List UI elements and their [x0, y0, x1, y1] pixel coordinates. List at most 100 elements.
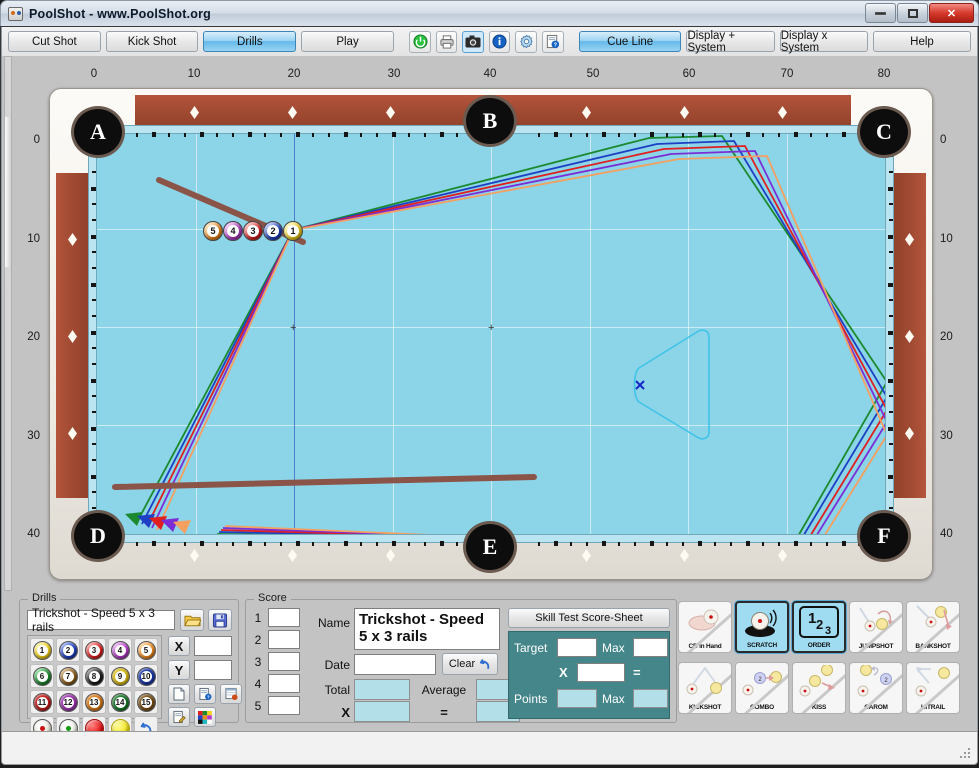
- y-coord-input[interactable]: [194, 660, 232, 680]
- doc-help-icon[interactable]: ?: [542, 30, 564, 53]
- tab-cut-shot[interactable]: Cut Shot: [8, 31, 101, 52]
- tab-kick-shot[interactable]: Kick Shot: [105, 31, 199, 52]
- shot-kiss[interactable]: KISS: [792, 661, 846, 714]
- score-group: Score 1 2 3 4 5 Name Trickshot - Speed 5…: [245, 592, 677, 723]
- skill-multiply-input[interactable]: [577, 663, 625, 682]
- score-row-input-1[interactable]: [268, 608, 300, 627]
- camera-icon[interactable]: [462, 30, 484, 53]
- maximize-button[interactable]: [897, 3, 928, 23]
- table-cloth[interactable]: + + 5 4 3 2 1: [97, 132, 887, 538]
- open-folder-icon[interactable]: [180, 609, 204, 631]
- ball-5[interactable]: 5: [203, 221, 223, 241]
- ball-button-6[interactable]: 6: [30, 664, 54, 688]
- ball-button-7[interactable]: 7: [56, 664, 80, 688]
- ball-number: 4: [114, 644, 126, 656]
- pocket-a[interactable]: A: [71, 106, 125, 158]
- ball-button-12[interactable]: 12: [56, 690, 80, 714]
- drill-name-input[interactable]: Trickshot - Speed 5 x 3 rails: [27, 606, 175, 634]
- skill-test-score-sheet-button[interactable]: Skill Test Score-Sheet: [508, 608, 670, 628]
- ball-number: 12: [62, 696, 74, 708]
- shot-jumpshot[interactable]: JUMPSHOT: [849, 601, 903, 653]
- ruler-left-0: 0: [33, 134, 40, 146]
- total-label: Total: [324, 683, 350, 697]
- shot-hitrail[interactable]: HITRAIL: [906, 661, 960, 714]
- ball-button-13[interactable]: 13: [82, 690, 106, 714]
- ball-4[interactable]: 4: [223, 221, 243, 241]
- shot-scratch[interactable]: SCRATCH: [735, 601, 789, 653]
- x-coord-input[interactable]: [194, 636, 232, 656]
- display-x-system-button[interactable]: Display x System: [779, 30, 868, 54]
- ball-button-10[interactable]: 10: [134, 664, 158, 688]
- close-button[interactable]: ✕: [929, 3, 974, 23]
- score-legend: Score: [254, 592, 291, 604]
- info-icon[interactable]: [488, 30, 511, 53]
- ball-2[interactable]: 2: [263, 221, 283, 241]
- minimize-button[interactable]: [865, 3, 896, 23]
- pocket-c[interactable]: C: [857, 106, 911, 158]
- ball-button-5[interactable]: 5: [134, 638, 158, 662]
- ball-number: 8: [88, 670, 100, 682]
- ball-number: 5: [207, 225, 219, 237]
- ball-palette: 1 2 3 4 5 6 7 8 9 10 11 12 13 14 15: [27, 635, 162, 740]
- average-label: Average: [421, 683, 467, 697]
- score-row-input-2[interactable]: [268, 630, 300, 649]
- tab-drills[interactable]: Drills: [203, 31, 297, 52]
- ball-number: 6: [36, 670, 48, 682]
- print-icon[interactable]: [435, 30, 458, 53]
- save-disk-icon[interactable]: [208, 609, 232, 631]
- cue-line-button[interactable]: Cue Line: [578, 31, 682, 52]
- app-icon: [8, 6, 23, 21]
- ball-3[interactable]: 3: [243, 221, 263, 241]
- ball-button-9[interactable]: 9: [108, 664, 132, 688]
- shot-order[interactable]: 1 2 3 ORDER: [792, 601, 846, 653]
- ball-1[interactable]: 1: [283, 221, 303, 241]
- ruler-right-0: 0: [940, 134, 947, 146]
- settings-icon[interactable]: [515, 30, 538, 53]
- edit-note-icon[interactable]: [168, 707, 190, 727]
- score-row-input-3[interactable]: [268, 652, 300, 671]
- ball-button-14[interactable]: 14: [108, 690, 132, 714]
- clear-label: Clear: [448, 658, 476, 670]
- ball-button-15[interactable]: 15: [134, 690, 158, 714]
- tab-play[interactable]: Play: [301, 31, 394, 52]
- gridline-v: [196, 132, 197, 538]
- head-spot: +: [290, 322, 297, 334]
- target-input[interactable]: [557, 638, 597, 657]
- power-icon[interactable]: [409, 30, 431, 53]
- table-report-icon[interactable]: [220, 684, 242, 704]
- pocket-f[interactable]: F: [857, 510, 911, 562]
- score-row-input-5[interactable]: [268, 696, 300, 715]
- ball-button-2[interactable]: 2: [56, 638, 80, 662]
- ball-button-4[interactable]: 4: [108, 638, 132, 662]
- shot-cb-in-hand[interactable]: CB in Hand: [678, 601, 732, 653]
- ruler-left-30: 30: [27, 430, 40, 442]
- shot-kickshot[interactable]: KICKSHOT: [678, 661, 732, 714]
- pool-table[interactable]: + + 5 4 3 2 1 A B C D E F: [49, 88, 933, 716]
- pocket-e[interactable]: E: [463, 521, 517, 573]
- x-coord-button[interactable]: X: [168, 636, 190, 656]
- score-name-input[interactable]: Trickshot - Speed 5 x 3 rails: [354, 608, 500, 650]
- pocket-label: F: [877, 523, 891, 548]
- pocket-b[interactable]: B: [463, 95, 517, 147]
- shot-combo[interactable]: 2 COMBO: [735, 661, 789, 714]
- help-button[interactable]: Help: [872, 31, 972, 52]
- ball-button-11[interactable]: 11: [30, 690, 54, 714]
- diamond-marker: [190, 549, 199, 562]
- ball-button-3[interactable]: 3: [82, 638, 106, 662]
- y-coord-button[interactable]: Y: [168, 660, 190, 680]
- ruler-top-40: 40: [483, 68, 497, 80]
- shot-bankshot[interactable]: BANKSHOT: [906, 601, 960, 653]
- ball-button-1[interactable]: 1: [30, 638, 54, 662]
- shot-carom[interactable]: 2 CAROM: [849, 661, 903, 714]
- pocket-d[interactable]: D: [71, 510, 125, 562]
- color-palette-icon[interactable]: [194, 707, 216, 727]
- score-date-input[interactable]: [354, 654, 436, 675]
- resize-grip[interactable]: [960, 748, 972, 760]
- target-max-input[interactable]: [633, 638, 668, 657]
- doc-help-icon-2[interactable]: ?: [194, 684, 216, 704]
- new-document-icon[interactable]: [168, 684, 190, 704]
- display-plus-system-button[interactable]: Display + System: [686, 30, 775, 54]
- score-row-input-4[interactable]: [268, 674, 300, 693]
- ball-button-8[interactable]: 8: [82, 664, 106, 688]
- clear-button[interactable]: Clear: [442, 653, 498, 675]
